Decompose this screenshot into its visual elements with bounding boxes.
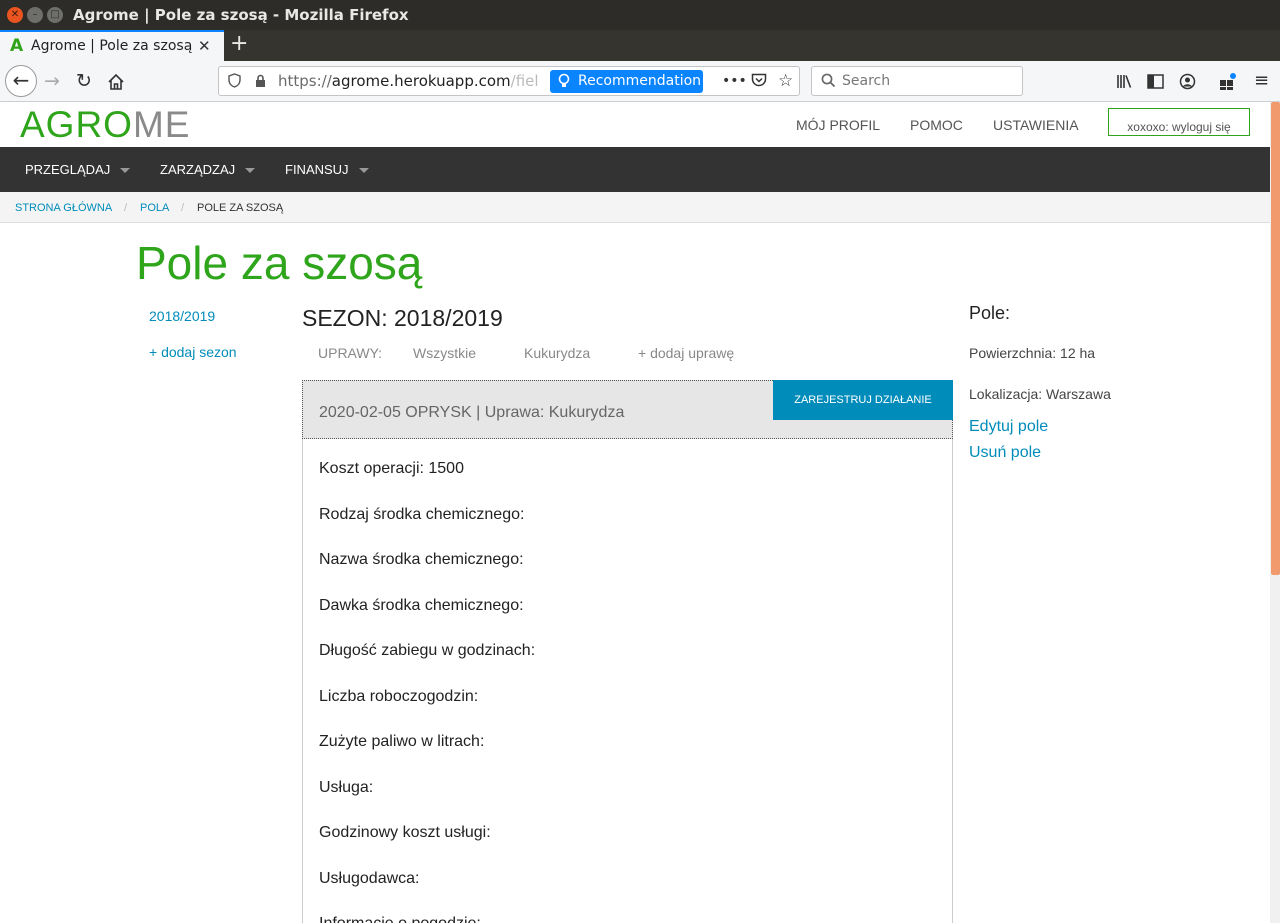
nav-browse-label: PRZEGLĄDAJ	[25, 162, 111, 177]
tab-strip: A Agrome | Pole za szosą ✕ +	[0, 30, 1280, 61]
breadcrumb-separator: /	[181, 202, 185, 214]
url-scheme: https://	[278, 72, 332, 90]
caret-down-icon	[358, 168, 369, 174]
logo-text-green: AGRO	[20, 104, 133, 145]
browser-toolbar: ← → ↻ https://agrome.herokuapp.com/fiel …	[0, 61, 1280, 102]
nav-browse[interactable]: PRZEGLĄDAJ	[25, 147, 131, 193]
field-operation-cost: Koszt operacji: 1500	[319, 460, 464, 477]
agrome-logo[interactable]: AGROME	[20, 104, 190, 146]
search-icon	[821, 73, 836, 93]
logo-text-gray: ME	[132, 104, 191, 145]
nav-manage-label: ZARZĄDZAJ	[160, 162, 236, 177]
account-icon[interactable]	[1179, 61, 1196, 101]
main-nav: PRZEGLĄDAJ ZARZĄDZAJ FINANSUJ	[0, 147, 1270, 192]
window-close-button[interactable]: ✕	[7, 7, 23, 23]
field-hourly-service-cost: Godzinowy koszt usługi:	[319, 824, 491, 841]
add-crop-link[interactable]: + dodaj uprawę	[638, 344, 734, 362]
breadcrumb-fields[interactable]: POLA	[140, 192, 169, 224]
settings-link[interactable]: USTAWIENIA	[993, 102, 1079, 149]
field-weather-info: Informacje o pogodzie:	[319, 914, 481, 923]
window-minimize-button[interactable]: –	[27, 7, 43, 23]
search-field[interactable]: Search	[811, 66, 1023, 96]
delete-field-link[interactable]: Usuń pole	[969, 443, 1041, 463]
breadcrumb: STRONA GŁÓWNA / POLA / POLE ZA SZOSĄ	[0, 192, 1270, 223]
add-season-link[interactable]: + dodaj sezon	[149, 343, 237, 361]
page-actions-icon[interactable]: •••	[722, 67, 747, 95]
page-title: Pole za szosą	[136, 237, 423, 289]
new-tab-icon[interactable]: +	[230, 30, 248, 58]
season-link-2018-2019[interactable]: 2018/2019	[149, 307, 215, 325]
window-title: Agrome | Pole za szosą - Mozilla Firefox	[73, 6, 409, 24]
crops-label: UPRAWY:	[318, 345, 383, 361]
caret-down-icon	[120, 168, 131, 174]
scrollbar-thumb[interactable]	[1271, 102, 1280, 575]
url-bar[interactable]: https://agrome.herokuapp.com/fiel Recomm…	[218, 66, 800, 96]
lock-icon[interactable]	[255, 74, 266, 93]
tab-close-icon[interactable]: ✕	[198, 32, 211, 60]
tab-title: Agrome | Pole za szosą	[31, 38, 193, 54]
breadcrumb-current: POLE ZA SZOSĄ	[197, 202, 284, 214]
url-host: agrome.herokuapp.com	[331, 72, 511, 90]
activity-title: 2020-02-05 OPRYSK | Uprawa: Kukurydza	[319, 404, 625, 421]
url-text[interactable]: https://agrome.herokuapp.com/fiel	[278, 67, 546, 95]
caret-down-icon	[245, 168, 256, 174]
forward-arrow-icon[interactable]: →	[44, 61, 60, 101]
menu-icon[interactable]: ≡	[1254, 61, 1269, 101]
window-titlebar: ✕ – □ Agrome | Pole za szosą - Mozilla F…	[0, 0, 1280, 30]
field-fuel-used: Zużyte paliwo w litrach:	[319, 733, 485, 750]
recommendation-label: Recommendation	[578, 73, 702, 89]
window-maximize-button[interactable]: □	[47, 7, 63, 23]
field-chemical-dose: Dawka środka chemicznego:	[319, 597, 524, 614]
search-placeholder: Search	[842, 73, 891, 89]
nav-finance[interactable]: FINANSUJ	[285, 147, 369, 193]
help-link[interactable]: POMOC	[910, 102, 963, 149]
field-area: Powierzchnia: 12 ha	[969, 345, 1096, 361]
pocket-icon[interactable]	[751, 73, 767, 93]
season-heading: SEZON: 2018/2019	[302, 305, 503, 331]
field-chemical-type: Rodzaj środka chemicznego:	[319, 506, 525, 523]
breadcrumb-home[interactable]: STRONA GŁÓWNA	[15, 192, 112, 224]
lightbulb-icon	[558, 70, 570, 93]
field-info-heading: Pole:	[969, 303, 1011, 323]
recommendation-button[interactable]: Recommendation	[550, 70, 703, 93]
shield-icon[interactable]	[228, 73, 241, 93]
nav-finance-label: FINANSUJ	[285, 162, 349, 177]
my-profile-link[interactable]: MÓJ PROFIL	[796, 102, 880, 149]
sidebar-icon[interactable]	[1147, 61, 1164, 101]
home-icon[interactable]	[107, 61, 125, 101]
logout-button[interactable]: xoxoxo: wyloguj się	[1108, 108, 1250, 136]
site-header: AGROME MÓJ PROFIL POMOC USTAWIENIA xoxox…	[0, 102, 1270, 147]
field-location: Lokalizacja: Warszawa	[969, 386, 1111, 402]
bookmark-star-icon[interactable]: ☆	[778, 67, 793, 95]
activity-card-body: Koszt operacji: 1500 Rodzaj środka chemi…	[302, 439, 953, 923]
register-action-button[interactable]: ZAREJESTRUJ DZIAŁANIE	[773, 380, 953, 420]
nav-manage[interactable]: ZARZĄDZAJ	[160, 147, 256, 193]
reload-icon[interactable]: ↻	[76, 61, 92, 101]
library-icon[interactable]	[1116, 61, 1133, 101]
site-favicon-icon: A	[10, 36, 24, 56]
crop-filter-kukurydza[interactable]: Kukurydza	[524, 344, 590, 362]
field-chemical-name: Nazwa środka chemicznego:	[319, 551, 524, 568]
field-duration-hours: Długość zabiegu w godzinach:	[319, 642, 536, 659]
url-path: /fiel	[510, 72, 539, 90]
browser-tab-active[interactable]: A Agrome | Pole za szosą ✕	[0, 30, 224, 61]
back-arrow-icon[interactable]: ←	[5, 65, 37, 97]
crop-filter-all[interactable]: Wszystkie	[413, 344, 476, 362]
page-scrollbar[interactable]	[1270, 102, 1280, 923]
breadcrumb-separator: /	[124, 202, 128, 214]
field-service: Usługa:	[319, 779, 374, 796]
extensions-icon[interactable]	[1219, 61, 1237, 101]
field-man-hours: Liczba roboczogodzin:	[319, 688, 479, 705]
edit-field-link[interactable]: Edytuj pole	[969, 417, 1048, 437]
field-service-provider: Usługodawca:	[319, 870, 420, 887]
